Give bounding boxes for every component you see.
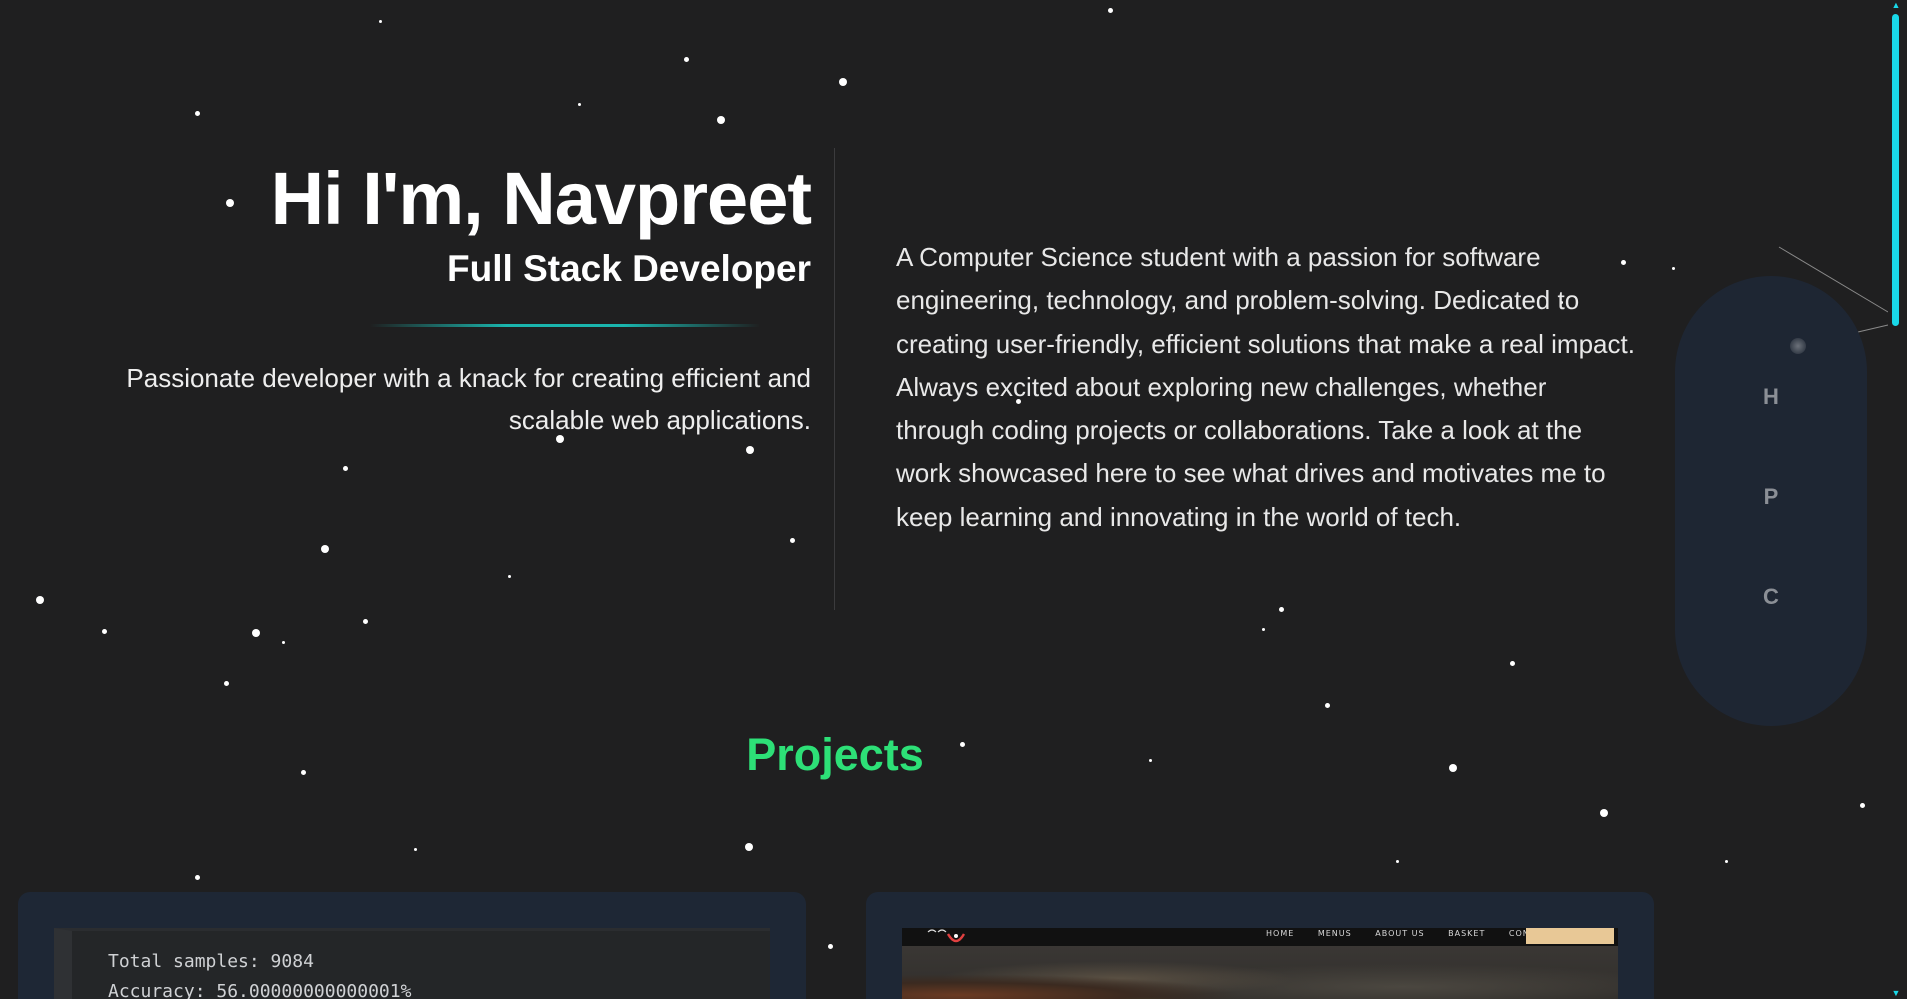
hero-underline [370, 324, 760, 327]
star [508, 575, 511, 578]
star [1510, 661, 1515, 666]
star [195, 111, 200, 116]
star [1860, 803, 1865, 808]
star [745, 843, 753, 851]
star [36, 596, 44, 604]
star [839, 78, 847, 86]
star [1108, 8, 1113, 13]
preview-hero-image [902, 946, 1618, 999]
star [1672, 267, 1675, 270]
hero-tagline: Passionate developer with a knack for cr… [126, 363, 811, 435]
preview-nav-link: BASKET [1448, 929, 1486, 938]
star [343, 466, 348, 471]
star [1279, 607, 1284, 612]
nav-item-contact[interactable]: C [1675, 584, 1867, 610]
project-preview-website: HOME MENUS ABOUT US BASKET CONTACT [902, 928, 1618, 999]
scroll-up-arrow-icon[interactable]: ▲ [1889, 0, 1903, 10]
star [746, 446, 754, 454]
star [1725, 860, 1728, 863]
star [828, 944, 833, 949]
nav-glow [1790, 338, 1806, 354]
star [684, 57, 689, 62]
preview-nav-link: ABOUT US [1375, 929, 1425, 938]
terminal-line: Total samples: 9084 [108, 951, 314, 972]
star [226, 199, 234, 207]
preview-nav-link: MENUS [1317, 929, 1352, 938]
preview-nav-link: HOME [1266, 929, 1295, 938]
nav-item-projects[interactable]: P [1675, 484, 1867, 510]
star [252, 629, 260, 637]
scrollbar-thumb[interactable] [1892, 14, 1899, 326]
hero-role: Full Stack Developer [447, 248, 811, 289]
terminal-line: Accuracy: 56.00000000000001% [108, 981, 412, 999]
star [1262, 628, 1265, 631]
scroll-down-arrow-icon[interactable]: ▼ [1889, 988, 1903, 998]
star [1325, 703, 1330, 708]
star [321, 545, 329, 553]
project-preview-terminal: Total samples: 9084 Accuracy: 56.0000000… [54, 928, 770, 999]
star [195, 875, 200, 880]
preview-site-nav: HOME MENUS ABOUT US BASKET CONTACT [902, 928, 1618, 946]
section-divider [834, 148, 835, 610]
star [578, 103, 581, 106]
portfolio-page: Hi I'm, Navpreet Full Stack Developer Pa… [0, 0, 1907, 999]
star [790, 538, 795, 543]
star [224, 681, 229, 686]
preview-login-button [1526, 928, 1614, 944]
side-nav: H P C [1675, 276, 1867, 726]
star [379, 20, 382, 23]
projects-heading: Projects [746, 729, 924, 780]
nav-item-home[interactable]: H [1675, 384, 1867, 410]
star [414, 848, 417, 851]
star [717, 116, 725, 124]
star [1600, 809, 1608, 817]
star [1396, 860, 1399, 863]
preview-logo-icon [927, 929, 966, 943]
constellation-line [1857, 324, 1889, 333]
star [363, 619, 368, 624]
about-text: A Computer Science student with a passio… [896, 242, 1635, 532]
star [102, 629, 107, 634]
hero-name: Hi I'm, Navpreet [270, 157, 812, 240]
star [282, 641, 285, 644]
